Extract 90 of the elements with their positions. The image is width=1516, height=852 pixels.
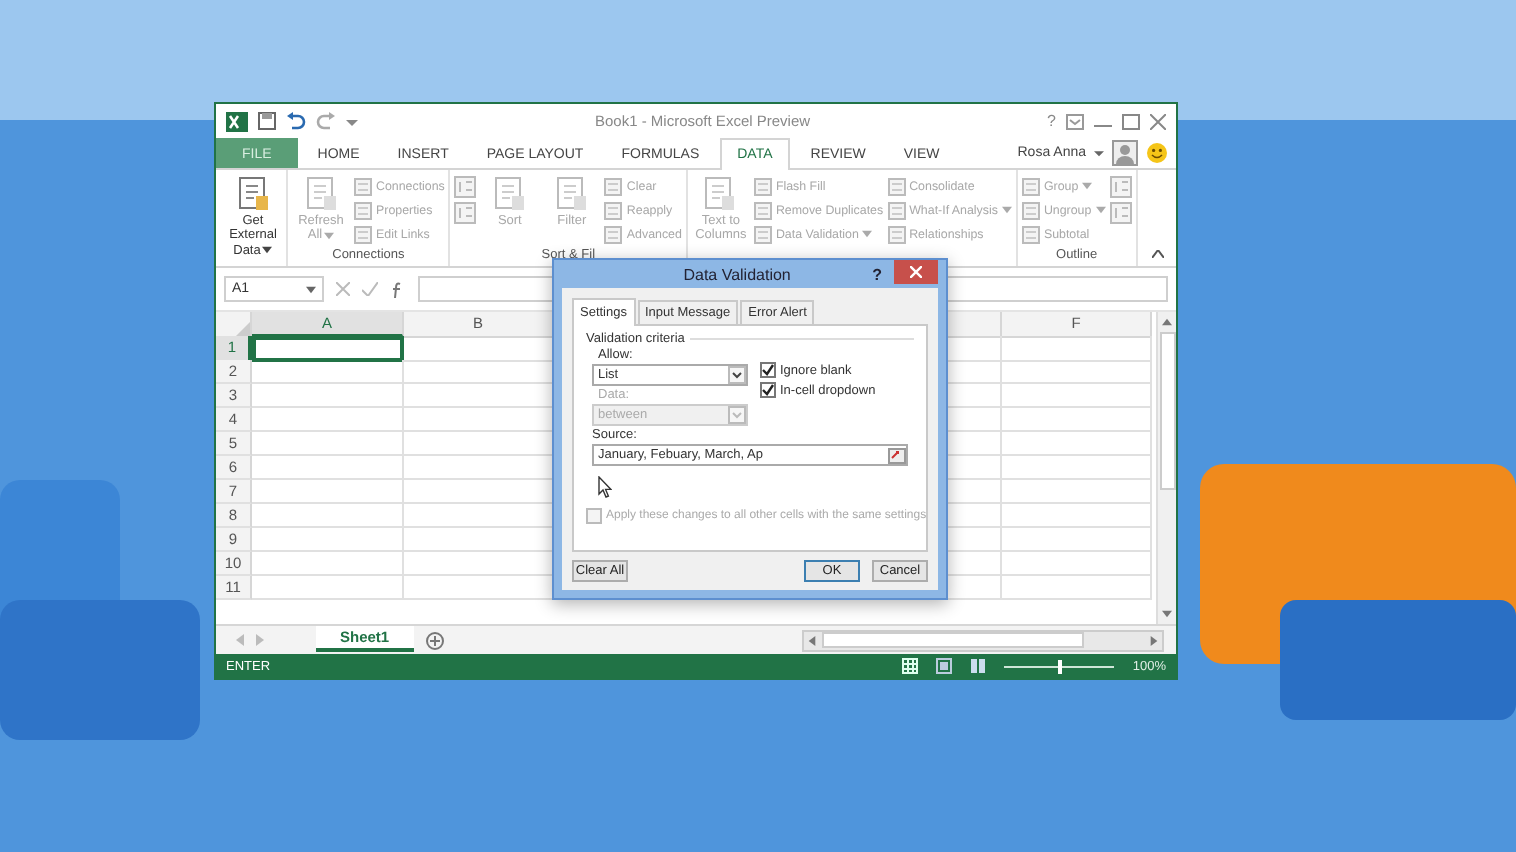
horizontal-scrollbar[interactable] bbox=[802, 629, 1164, 651]
scroll-down-icon[interactable] bbox=[1162, 610, 1172, 618]
avatar-icon[interactable] bbox=[1112, 140, 1138, 166]
command-icon bbox=[604, 225, 623, 243]
checkbox[interactable] bbox=[760, 382, 776, 398]
command-icon bbox=[354, 177, 372, 195]
scroll-left-icon[interactable] bbox=[808, 635, 816, 645]
caret-icon bbox=[862, 230, 873, 238]
next-sheet-icon[interactable] bbox=[256, 634, 264, 646]
table-cell[interactable] bbox=[1002, 432, 1152, 456]
caret-icon[interactable] bbox=[1094, 148, 1104, 158]
zoom-slider-thumb[interactable] bbox=[1057, 659, 1062, 673]
vertical-scrollbar[interactable] bbox=[1156, 312, 1176, 624]
table-cell[interactable] bbox=[1002, 528, 1152, 552]
selected-cell[interactable] bbox=[252, 336, 404, 362]
table-cell[interactable] bbox=[1002, 504, 1152, 528]
scroll-right-icon[interactable] bbox=[1150, 635, 1158, 645]
table-cell[interactable] bbox=[1002, 456, 1152, 480]
caret-icon bbox=[1095, 206, 1106, 214]
scrollbar-thumb[interactable] bbox=[822, 632, 1084, 648]
table-cell[interactable] bbox=[252, 528, 404, 552]
command-icon bbox=[1021, 201, 1040, 219]
table-cell[interactable] bbox=[1002, 480, 1152, 504]
save-icon[interactable] bbox=[258, 112, 276, 130]
help-button[interactable]: ? bbox=[1047, 112, 1056, 130]
table-cell[interactable] bbox=[252, 504, 404, 528]
table-cell[interactable] bbox=[252, 360, 404, 384]
spreadsheet-logo-icon[interactable] bbox=[226, 111, 248, 131]
command-icon bbox=[604, 201, 623, 219]
maximize-icon[interactable] bbox=[1122, 113, 1140, 129]
redo-icon[interactable] bbox=[316, 112, 336, 130]
caret-icon bbox=[1001, 206, 1012, 214]
previous-sheet-icon[interactable] bbox=[236, 634, 244, 646]
command-icon bbox=[305, 176, 337, 212]
table-cell[interactable] bbox=[252, 576, 404, 600]
caret-icon bbox=[324, 231, 335, 240]
dialog-title: Data Validation bbox=[683, 265, 791, 283]
table-cell[interactable] bbox=[252, 432, 404, 456]
table-cell[interactable] bbox=[1002, 408, 1152, 432]
help-button[interactable]: ? bbox=[872, 265, 882, 283]
mouse-pointer-icon bbox=[598, 476, 612, 498]
close-icon bbox=[910, 266, 922, 278]
collapse-ribbon-icon[interactable] bbox=[1152, 250, 1164, 258]
command-icon bbox=[1021, 177, 1040, 195]
scroll-up-icon[interactable] bbox=[1162, 318, 1172, 326]
customize-caret-icon[interactable] bbox=[346, 115, 358, 127]
table-cell[interactable] bbox=[1002, 552, 1152, 576]
add-sheet-icon[interactable] bbox=[425, 631, 444, 649]
table-cell[interactable] bbox=[252, 456, 404, 480]
table-cell[interactable] bbox=[1002, 576, 1152, 600]
table-cell[interactable] bbox=[1002, 360, 1152, 384]
command-icon bbox=[887, 201, 906, 219]
command-icon bbox=[704, 176, 737, 212]
table-cell[interactable] bbox=[252, 552, 404, 576]
checkbox[interactable] bbox=[760, 362, 776, 378]
check-icon[interactable] bbox=[362, 282, 378, 296]
scrollbar-thumb[interactable] bbox=[1159, 332, 1175, 490]
command-icon bbox=[354, 201, 372, 219]
caret-icon bbox=[728, 366, 746, 384]
command-icon bbox=[555, 176, 588, 212]
caret-icon bbox=[262, 246, 273, 255]
insert-function-icon[interactable] bbox=[390, 281, 406, 297]
command-icon bbox=[887, 177, 906, 195]
page-break-icon[interactable] bbox=[970, 658, 987, 674]
caret-icon bbox=[1082, 182, 1093, 190]
page-layout-icon[interactable] bbox=[936, 658, 953, 674]
close-button[interactable] bbox=[894, 260, 938, 284]
ribbon-display-icon[interactable] bbox=[1066, 113, 1084, 129]
range-picker-icon[interactable] bbox=[888, 447, 906, 463]
command-icon bbox=[887, 225, 906, 243]
table-cell[interactable] bbox=[252, 480, 404, 504]
command-icon bbox=[753, 201, 772, 219]
command-icon bbox=[753, 225, 772, 243]
caret-icon bbox=[306, 285, 316, 293]
undo-icon[interactable] bbox=[286, 112, 306, 130]
cancel-icon[interactable] bbox=[336, 282, 350, 296]
normal-view-icon[interactable] bbox=[902, 658, 919, 674]
command-icon bbox=[237, 176, 269, 212]
command-icon bbox=[604, 177, 623, 195]
table-cell[interactable] bbox=[1002, 336, 1152, 362]
table-cell[interactable] bbox=[252, 384, 404, 408]
command-icon bbox=[753, 177, 772, 195]
command-icon bbox=[1021, 225, 1040, 243]
caret-icon bbox=[728, 406, 746, 424]
close-icon[interactable] bbox=[1150, 113, 1166, 129]
table-cell[interactable] bbox=[252, 408, 404, 432]
table-cell[interactable] bbox=[1002, 384, 1152, 408]
command-icon bbox=[354, 225, 372, 243]
command-icon bbox=[493, 176, 526, 212]
smiley-icon[interactable] bbox=[1146, 142, 1168, 164]
